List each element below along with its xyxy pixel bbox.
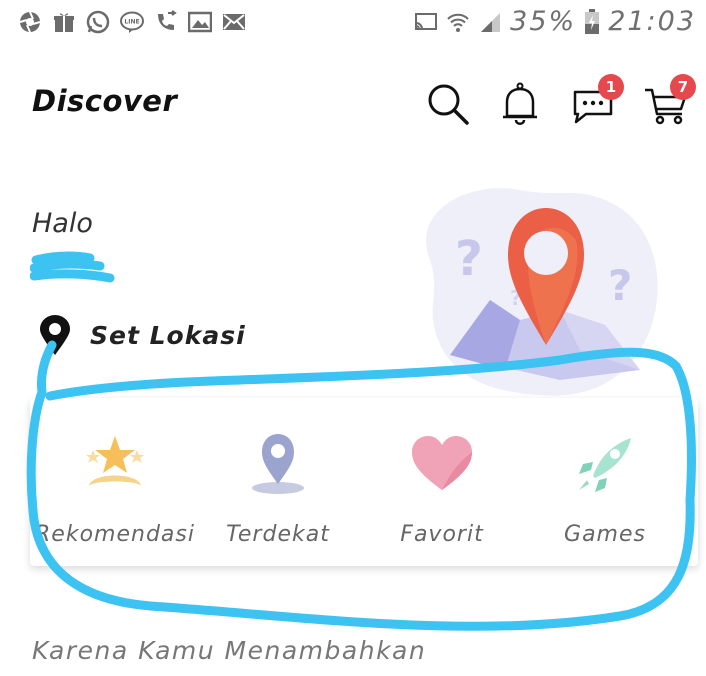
svg-text:?: ? — [608, 261, 632, 310]
category-card: Rekomendasi Terdekat Favorit Games — [30, 398, 698, 566]
whatsapp-icon — [86, 10, 110, 34]
category-label: Favorit — [400, 522, 484, 547]
category-rekomendasi[interactable]: Rekomendasi — [35, 428, 195, 547]
clock: 21:03 — [608, 6, 696, 37]
category-favorit[interactable]: Favorit — [362, 428, 522, 547]
star-trophy-icon — [86, 436, 144, 486]
set-location-button[interactable]: Set Lokasi — [38, 314, 246, 356]
gallery-icon — [188, 11, 212, 33]
location-illustration: ? ? ? — [426, 188, 658, 396]
wifi-icon — [447, 13, 469, 32]
chat-button[interactable]: 1 — [570, 74, 624, 128]
aperture-icon — [19, 11, 41, 33]
line-icon: LINE — [120, 11, 144, 33]
category-terdekat[interactable]: Terdekat — [198, 428, 358, 547]
svg-text:?: ? — [455, 231, 483, 287]
greeting-text: Halo — [32, 208, 93, 239]
search-icon — [428, 84, 469, 125]
system-status: 35% 21:03 — [414, 6, 696, 37]
status-bar: LINE 35% 21:03 — [0, 0, 706, 48]
notification-button[interactable] — [496, 80, 544, 128]
rocket-icon — [579, 438, 631, 492]
page-title: Discover — [32, 84, 178, 118]
missed-call-icon — [158, 10, 177, 30]
location-pin-icon — [40, 315, 70, 355]
gift-icon — [54, 13, 74, 32]
heart-icon — [412, 436, 472, 490]
cart-button[interactable]: 7 — [642, 74, 696, 128]
redacted-username — [30, 251, 115, 283]
chat-badge: 1 — [598, 74, 624, 100]
battery-icon — [585, 8, 600, 34]
svg-text:LINE: LINE — [124, 19, 139, 26]
battery-percent: 35% — [510, 6, 577, 37]
set-location-label: Set Lokasi — [90, 320, 246, 350]
notification-icons: LINE — [18, 10, 246, 34]
signal-icon — [481, 12, 501, 32]
cart-badge: 7 — [670, 74, 696, 100]
category-label: Terdekat — [226, 522, 330, 547]
category-label: Rekomendasi — [35, 522, 195, 547]
section-title: Karena Kamu Menambahkan — [32, 636, 427, 665]
category-label: Games — [564, 522, 646, 547]
search-button[interactable] — [424, 80, 472, 128]
map-pin-icon — [252, 434, 304, 494]
bell-icon — [503, 82, 537, 125]
mail-icon — [223, 14, 245, 30]
category-games[interactable]: Games — [525, 428, 685, 547]
cast-icon — [415, 12, 438, 30]
